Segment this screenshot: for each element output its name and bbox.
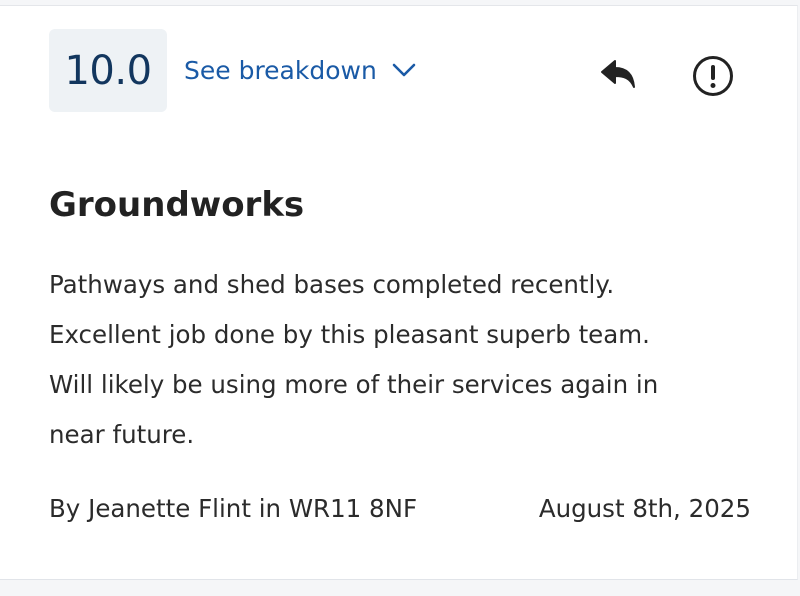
chevron-down-icon bbox=[391, 62, 417, 78]
review-card: 10.0 See breakdown Groundworks Pathways … bbox=[0, 5, 798, 580]
review-title: Groundworks bbox=[49, 185, 305, 225]
reply-button[interactable] bbox=[596, 54, 642, 100]
review-body-line: Pathways and shed bases completed recent… bbox=[49, 270, 615, 299]
review-body: Pathways and shed bases completed recent… bbox=[49, 260, 749, 460]
review-date: August 8th, 2025 bbox=[538, 494, 751, 523]
review-body-line: near future. bbox=[49, 420, 195, 449]
reviewer-info: By Jeanette Flint in WR11 8NF bbox=[49, 494, 418, 523]
review-body-line: Excellent job done by this pleasant supe… bbox=[49, 320, 650, 349]
exclamation-circle-icon bbox=[691, 54, 735, 102]
see-breakdown-label: See breakdown bbox=[184, 55, 377, 85]
review-body-line: Will likely be using more of their servi… bbox=[49, 370, 659, 399]
score-value: 10.0 bbox=[64, 47, 152, 94]
report-button[interactable] bbox=[688, 54, 738, 102]
see-breakdown-toggle[interactable]: See breakdown bbox=[184, 50, 417, 90]
score-badge: 10.0 bbox=[49, 29, 167, 112]
reply-arrow-icon bbox=[598, 57, 640, 97]
